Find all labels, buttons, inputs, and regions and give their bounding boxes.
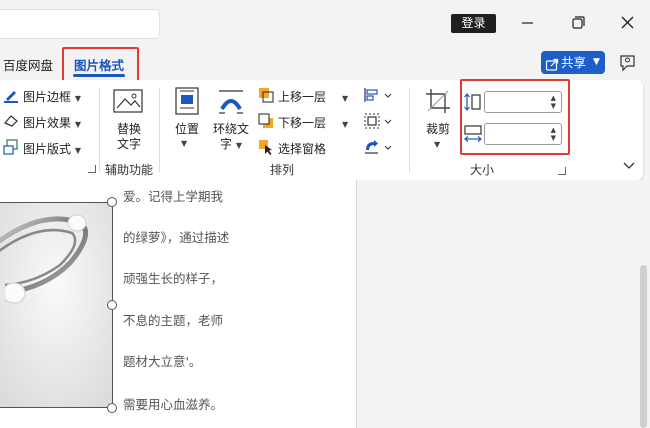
close-icon[interactable] [617,12,639,34]
height-input[interactable]: ▲ ▼ [484,91,562,113]
wrap-text-icon [217,87,245,118]
tab-baidu-netdisk[interactable]: 百度网盘 [3,55,53,74]
document-text-line: 需要用心血滋养。 [123,397,224,412]
width-input[interactable]: ▲ ▼ [484,123,562,145]
picture-border-icon [3,87,19,106]
size-group-label: 大小 [470,163,495,177]
chevron-down-icon[interactable]: ▼ [342,90,348,104]
style-dialog-launcher-icon[interactable] [88,165,96,173]
align-icon[interactable] [363,87,393,106]
ribbon-divider [409,88,410,172]
spin-up-icon[interactable]: ▲ [551,126,556,134]
alt-text-button-line2[interactable]: 文字 [117,135,141,152]
selected-picture[interactable] [0,202,113,408]
ribbon-divider [99,88,100,172]
selection-pane-button[interactable]: 选择窗格 [278,140,326,157]
document-text-line: 不息的主题，老师 [123,313,224,328]
arrange-group-label: 排列 [270,163,295,177]
bring-forward-button[interactable]: 上移一层 [278,88,326,105]
width-icon [463,124,483,147]
document-text-line: 的绿萝》，通过描述 [123,230,230,245]
comment-icon[interactable] [618,53,638,76]
alt-text-icon [113,88,145,119]
height-icon [463,92,483,115]
position-icon [174,87,200,118]
search-box[interactable] [0,9,160,39]
wrap-text-button-line2[interactable]: 字 ▼ [220,135,242,152]
spin-down-icon[interactable]: ▼ [551,134,556,142]
spin-up-icon[interactable]: ▲ [551,94,556,102]
ribbon-divider [159,88,160,172]
picture-layout-button[interactable]: 图片版式 ▼ [23,140,81,157]
picture-border-button[interactable]: 图片边框 ▼ [23,88,81,105]
selection-pane-icon [258,139,274,158]
send-backward-icon [258,113,274,132]
resize-handle-middle-right[interactable] [107,300,117,310]
picture-layout-icon [3,139,19,158]
send-backward-button[interactable]: 下移一层 [278,114,326,131]
tab-picture-format[interactable]: 图片格式 [74,55,124,74]
minimize-icon[interactable] [517,12,539,34]
crop-icon [424,87,452,118]
rotate-icon[interactable] [363,139,393,158]
crop-button[interactable]: 裁剪 [426,120,450,137]
spin-down-icon[interactable]: ▼ [551,102,556,110]
share-icon [545,55,559,78]
resize-handle-top-right[interactable] [107,197,117,207]
share-label: 共享 [561,55,587,70]
restore-icon[interactable] [567,12,589,34]
chevron-down-icon: ▼ [593,57,600,67]
document-text-line: 题材大立意'。 [123,354,202,369]
picture-effect-button[interactable]: 图片效果 ▼ [23,114,81,131]
chevron-down-icon: ▼ [434,140,441,149]
bring-forward-icon [258,87,274,106]
size-dialog-launcher-icon[interactable] [558,167,566,175]
document-text-line: 顽强生长的样子， [123,271,224,286]
resize-handle-bottom-right[interactable] [107,403,117,413]
login-button[interactable]: 登录 [451,14,496,33]
chevron-down-icon[interactable]: ▼ [342,116,348,130]
share-button[interactable]: 共享 ▼ [541,51,605,74]
collapse-ribbon-icon[interactable] [622,160,636,175]
stethoscope-image [0,203,112,407]
picture-effect-icon [3,113,19,130]
document-margin-area [356,180,650,428]
group-objects-icon[interactable] [363,113,393,132]
active-tab-indicator [73,74,125,77]
vertical-scrollbar[interactable] [640,265,647,428]
document-text-line: 爱。记得上学期我 [123,189,224,204]
accessibility-group-label: 辅助功能 [105,163,154,177]
chevron-down-icon: ▼ [181,139,188,148]
